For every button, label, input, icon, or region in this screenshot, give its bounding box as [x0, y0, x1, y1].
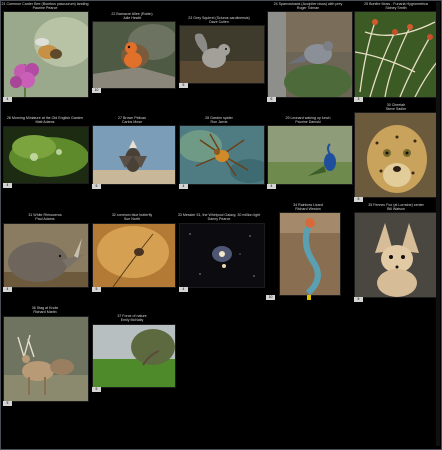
- caption: 32 common blue butterfly Sue North: [88, 213, 176, 221]
- tree-landscape-image: [93, 325, 175, 387]
- rating-badge: 10: [92, 88, 101, 93]
- caption-author: Matt Adams: [35, 120, 55, 125]
- caption: 35 Fennec Fox (at Lorraine) center Bill …: [352, 203, 440, 211]
- caption-author: Richard Martin: [33, 310, 57, 315]
- rating-badge: 4: [3, 183, 12, 188]
- caption-author: Julie Hewitt: [122, 16, 142, 21]
- caption-author: Steve Sadler: [385, 107, 407, 112]
- photo-thumbnail[interactable]: [92, 125, 176, 185]
- rating-badge: 10: [266, 295, 275, 300]
- rating-badge: 6: [267, 97, 276, 102]
- caption-author: Bill Watson: [387, 207, 405, 212]
- grey-squirrel-image: [180, 26, 264, 83]
- caption-author: Richard Weston: [295, 207, 321, 212]
- rating-badge: 5: [92, 184, 101, 189]
- photo-thumbnail[interactable]: [3, 223, 89, 288]
- brown-pelican-image: [93, 126, 175, 184]
- photo-thumbnail[interactable]: [267, 11, 353, 98]
- rating-badge: 4: [3, 97, 12, 102]
- photo-thumbnail[interactable]: [354, 112, 440, 198]
- photo-thumbnail[interactable]: [92, 21, 176, 89]
- caption: 31 White Rhinoceros Paul Adams: [1, 213, 89, 221]
- bee-on-flower-image: [4, 12, 88, 97]
- rating-badge: 5: [354, 297, 363, 302]
- scrollbar-track[interactable]: [436, 2, 440, 446]
- caption-author: Sue North: [123, 217, 141, 222]
- photo-thumbnail[interactable]: [3, 11, 89, 98]
- rating-badge: 4: [267, 184, 276, 189]
- caption-author: Paurine Damski: [295, 120, 321, 125]
- photo-thumbnail[interactable]: [179, 125, 265, 185]
- caption: 27 Brown Pelican Carlos Mose: [88, 116, 176, 124]
- rating-badge: 5: [92, 287, 101, 292]
- robin-image: [93, 22, 175, 88]
- bonfire-moss-image: [355, 12, 439, 97]
- rating-badge: 5: [92, 387, 101, 392]
- photo-thumbnail[interactable]: [179, 223, 265, 288]
- stags-image: [4, 317, 88, 401]
- garden-spider-image: [180, 126, 264, 184]
- caption: 24 Sparrowhawk (Accipiter nisus) with pr…: [264, 2, 352, 10]
- photo-thumbnail[interactable]: [92, 223, 176, 288]
- blue-butterfly-image: [93, 224, 175, 287]
- photo-thumbnail[interactable]: [179, 25, 265, 84]
- caption-author: Danny Pearce: [207, 217, 231, 222]
- whirlpool-galaxy-image: [180, 224, 264, 287]
- caption-author: Emily McNally: [120, 318, 144, 323]
- caption-author: Ron Jarvis: [210, 120, 228, 125]
- rating-badge: 3: [354, 97, 363, 102]
- rating-badge: 4: [3, 287, 12, 292]
- caption-author: Paurine Pearce: [32, 6, 58, 11]
- photo-thumbnail[interactable]: [354, 11, 440, 98]
- rhinoceros-image: [4, 224, 88, 287]
- caption: 21 Common Carder Bee (Bombus pascuorum) …: [1, 2, 89, 10]
- peacock-image: [268, 126, 352, 184]
- caption: 22 Barnacre Allee (Robin) Julie Hewitt: [88, 12, 176, 20]
- caption-author: Sidney Smith: [385, 6, 407, 11]
- photo-thumbnail[interactable]: [279, 212, 341, 296]
- rating-badge: 4: [179, 287, 188, 292]
- caption: 25 Bonfire Moss - Funaria Hygrometrica S…: [352, 2, 440, 10]
- caption-author: Paul Adams: [35, 217, 55, 222]
- photo-thumbnail[interactable]: [354, 212, 440, 298]
- caption: 30 Cheetah Steve Sadler: [352, 103, 440, 111]
- cheetah-image: [355, 113, 439, 197]
- caption-author: Carlos Mose: [121, 120, 143, 125]
- fennec-fox-image: [355, 213, 439, 297]
- rating-badge: 5: [179, 83, 188, 88]
- photo-thumbnail[interactable]: [92, 324, 176, 388]
- caption: 36 Stag at Knole Richard Martin: [1, 306, 89, 314]
- rating-badge: 4: [179, 184, 188, 189]
- photo-thumbnail[interactable]: [3, 316, 89, 402]
- caption: 28 Garden spider Ron Jarvis: [175, 116, 263, 124]
- rating-badge: 5: [354, 197, 363, 202]
- caption: 33 Messier 51, the Whirlpool Galaxy, 30 …: [175, 213, 263, 221]
- sparrowhawk-image: [268, 12, 352, 97]
- photo-thumbnail[interactable]: [267, 125, 353, 185]
- caption: 29 Leonard waking up lunch Paurine Damsk…: [264, 116, 352, 124]
- vertical-scrollbar[interactable]: [435, 2, 441, 446]
- caption: 37 Force of nature Emily McNally: [88, 314, 176, 322]
- rainbow-lizard-image: [280, 213, 340, 295]
- leaf-droplets-image: [4, 127, 88, 183]
- highlight-marker: [307, 295, 311, 300]
- caption: 34 Rainbow Lizard Richard Weston: [264, 203, 352, 211]
- caption-author: Dave Cullen: [209, 20, 229, 25]
- caption: 26 Morning Miniature at the Old English …: [1, 116, 89, 124]
- caption-author: Roger Tolman: [296, 6, 320, 11]
- photo-thumbnail[interactable]: [3, 126, 89, 184]
- rating-badge: 5: [3, 401, 12, 406]
- caption: 23 Grey Squirrel (Sciurus carolinensis) …: [175, 16, 263, 24]
